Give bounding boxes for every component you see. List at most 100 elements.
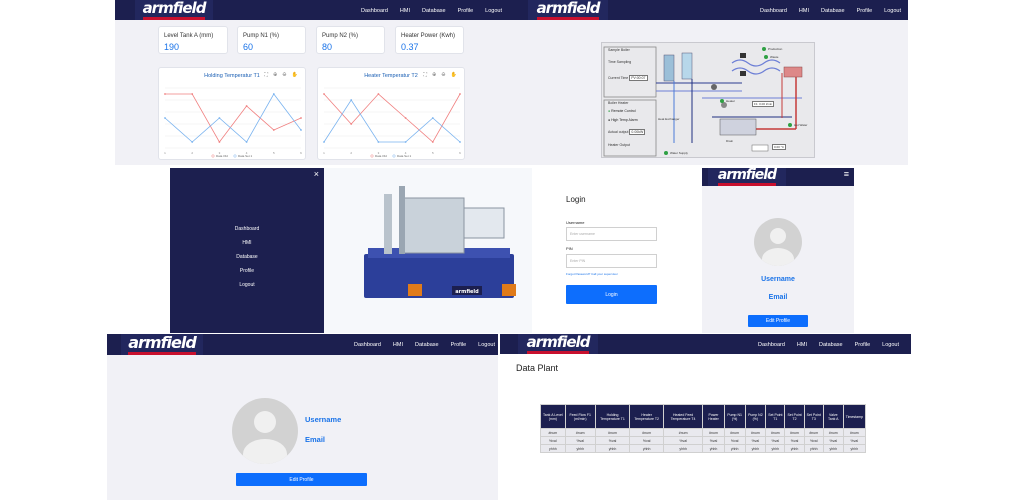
table-cell: yhhh	[803, 444, 824, 453]
hmi-panel: armfield Dashboard HMI Database Profile …	[508, 0, 908, 165]
label-water-supply: Water Supply	[670, 151, 688, 155]
close-icon[interactable]: ×	[314, 169, 319, 179]
mobile-profile-panel: armfield ≡ Username Email Edit Profile	[702, 168, 854, 333]
sidebar-item-profile[interactable]: Profile	[170, 268, 324, 274]
armfield-logo[interactable]: armfield	[135, 0, 213, 20]
table-cell: #num	[822, 428, 844, 437]
legend-label[interactable]: Data Old	[375, 154, 387, 158]
login-button[interactable]: Login	[566, 285, 657, 304]
nav-database[interactable]: Database	[422, 8, 446, 14]
legend-marker[interactable]	[233, 154, 237, 158]
nav-profile[interactable]: Profile	[451, 342, 467, 348]
kpi-value: 0.37	[401, 42, 419, 52]
profile-email: Email	[305, 435, 326, 444]
data-point[interactable]	[218, 141, 221, 143]
data-point[interactable]	[164, 93, 166, 95]
kpi-label: Heater Power (Kwh)	[401, 33, 456, 39]
nav-profile[interactable]: Profile	[857, 8, 873, 14]
table-cell: %val	[765, 436, 786, 445]
data-point[interactable]	[300, 129, 302, 131]
data-point[interactable]	[350, 123, 353, 125]
nav-logout[interactable]: Logout	[478, 342, 495, 348]
data-point[interactable]	[272, 129, 275, 131]
legend-label[interactable]: Data Set 1	[238, 154, 253, 158]
label-hot-water: Hot Water	[794, 123, 808, 127]
armfield-logo[interactable]: armfield	[518, 334, 598, 354]
table-header-cell: Tank A Level (mm)	[540, 404, 566, 429]
nav-logout[interactable]: Logout	[884, 8, 901, 14]
data-point[interactable]	[323, 141, 325, 143]
legend-marker[interactable]	[392, 154, 396, 158]
data-point[interactable]	[377, 93, 380, 95]
data-point[interactable]	[245, 141, 248, 143]
hamburger-menu-icon[interactable]: ≡	[844, 169, 849, 179]
data-point[interactable]	[191, 141, 194, 143]
profile-email: Email	[768, 294, 788, 301]
sidebar-item-logout[interactable]: Logout	[170, 282, 324, 288]
data-point[interactable]	[404, 141, 407, 143]
nav-logout[interactable]: Logout	[882, 342, 899, 348]
data-point[interactable]	[459, 93, 461, 95]
table-cell: yhhh	[784, 444, 805, 453]
high-temp-alarm-indicator: ● High Temp Alarm	[608, 118, 638, 122]
nav-hmi[interactable]: HMI	[797, 342, 807, 348]
legend-label[interactable]: Data Old	[216, 154, 228, 158]
legend-marker[interactable]	[370, 154, 374, 158]
data-point[interactable]	[431, 141, 434, 143]
nav-database[interactable]: Database	[821, 8, 845, 14]
avatar	[232, 398, 298, 464]
nav-database[interactable]: Database	[819, 342, 843, 348]
nav-hmi[interactable]: HMI	[400, 8, 410, 14]
nav-hmi[interactable]: HMI	[393, 342, 403, 348]
pin-input[interactable]: Enter PIN	[566, 254, 657, 268]
dashboard-nav-links: Dashboard HMI Database Profile Logout	[361, 8, 502, 14]
data-point[interactable]	[218, 117, 221, 119]
nav-profile[interactable]: Profile	[458, 8, 474, 14]
table-header-cell: Set Point T2	[784, 404, 805, 429]
data-point[interactable]	[377, 141, 380, 143]
kpi-label: Pump N2 (%)	[322, 33, 359, 39]
trainer-equipment-image: armfield	[324, 168, 534, 333]
nav-database[interactable]: Database	[415, 342, 439, 348]
data-point[interactable]	[164, 117, 166, 119]
table-header-cell: Heated Feed Temperature T4	[663, 404, 704, 429]
table-cell: #num	[723, 428, 746, 437]
table-header-cell: Timestamp	[842, 404, 867, 429]
series-line	[165, 93, 302, 143]
legend-label[interactable]: Data Set 1	[397, 154, 412, 158]
data-point[interactable]	[350, 99, 353, 101]
armfield-logo[interactable]: armfield	[708, 168, 786, 186]
table-cell: yhhh	[702, 444, 725, 453]
nav-profile[interactable]: Profile	[855, 342, 871, 348]
data-point[interactable]	[431, 117, 434, 119]
table-cell: yhhh	[723, 444, 746, 453]
avatar	[754, 218, 802, 266]
nav-dashboard[interactable]: Dashboard	[354, 342, 381, 348]
data-point[interactable]	[245, 105, 248, 107]
edit-profile-button[interactable]: Edit Profile	[236, 473, 367, 486]
table-header-cell: Heater Temperature T2	[629, 404, 665, 429]
nav-logout[interactable]: Logout	[485, 8, 502, 14]
nav-dashboard[interactable]: Dashboard	[361, 8, 388, 14]
legend-marker[interactable]	[211, 154, 215, 158]
label-heater-output: Heater Output	[608, 143, 630, 147]
username-input[interactable]: Enter username	[566, 227, 657, 241]
armfield-logo[interactable]: armfield	[121, 334, 203, 355]
data-point[interactable]	[404, 117, 407, 119]
data-point[interactable]	[272, 93, 275, 95]
nav-dashboard[interactable]: Dashboard	[760, 8, 787, 14]
data-point[interactable]	[323, 93, 325, 95]
forgot-password-link[interactable]: Forgot Password? Call your supervisor	[566, 272, 618, 276]
armfield-logo[interactable]: armfield	[528, 0, 608, 20]
kpi-label: Level Tank A (mm)	[164, 33, 214, 39]
data-point[interactable]	[191, 93, 194, 95]
sidebar-item-dashboard[interactable]: Dashboard	[170, 226, 324, 232]
sidebar-item-database[interactable]: Database	[170, 254, 324, 260]
sidebar-item-hmi[interactable]: HMI	[170, 240, 324, 246]
nav-hmi[interactable]: HMI	[799, 8, 809, 14]
nav-dashboard[interactable]: Dashboard	[758, 342, 785, 348]
data-point[interactable]	[300, 117, 302, 119]
data-point[interactable]	[459, 141, 461, 143]
desktop-profile-panel: armfield Dashboard HMI Database Profile …	[107, 334, 498, 500]
edit-profile-button[interactable]: Edit Profile	[748, 315, 808, 327]
